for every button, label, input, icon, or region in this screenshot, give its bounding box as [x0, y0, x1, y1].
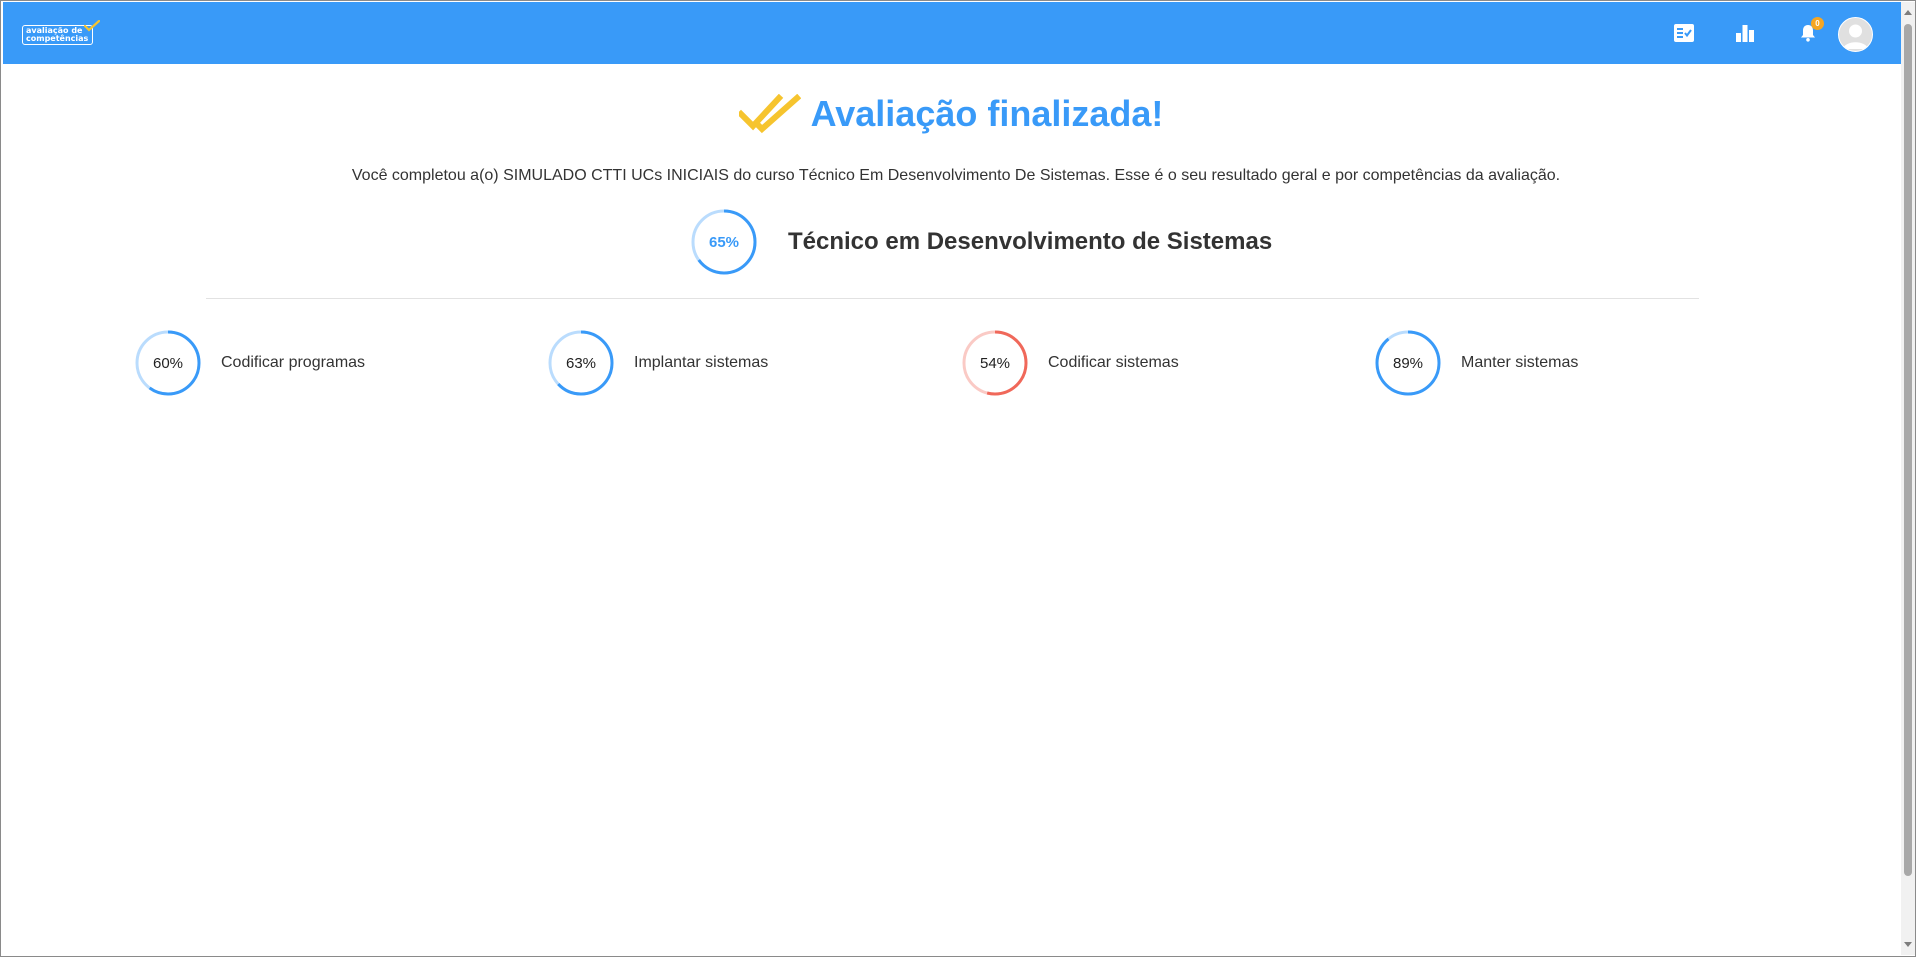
- competency-label: Codificar programas: [221, 354, 366, 371]
- competency-item: 54% Codificar sistemas: [962, 330, 1179, 396]
- course-name: Técnico em Desenvolvimento de Sistemas: [788, 228, 1273, 255]
- result-summary: Você completou a(o) SIMULADO CTTI UCs IN…: [351, 167, 1561, 184]
- competency-item: 89% Manter sistemas: [1375, 330, 1578, 396]
- competency-progress-ring: 63%: [548, 330, 614, 396]
- competency-percent: 60%: [152, 354, 184, 372]
- scroll-up-arrow[interactable]: [1904, 10, 1912, 15]
- scrollbar-thumb[interactable]: [1904, 24, 1912, 876]
- competency-label: Codificar sistemas: [1048, 354, 1179, 371]
- course-result: 65% Técnico em Desenvolvimento de Sistem…: [691, 209, 1272, 275]
- competency-label: Manter sistemas: [1461, 354, 1579, 371]
- app-logo[interactable]: avaliação de competências: [22, 20, 101, 48]
- logo-box: avaliação de competências: [22, 20, 101, 45]
- competency-progress-ring: 60%: [135, 330, 201, 396]
- vertical-scrollbar[interactable]: [1901, 2, 1915, 955]
- competency-label: Implantar sistemas: [634, 354, 769, 371]
- bell-icon[interactable]: 0: [1796, 17, 1824, 45]
- competency-item: 60% Codificar programas: [135, 330, 365, 396]
- competency-percent: 54%: [979, 354, 1011, 372]
- logo-line2: competências: [26, 34, 89, 43]
- avatar[interactable]: [1838, 17, 1873, 52]
- user-icon: [1843, 24, 1868, 49]
- result-title-row: Avaliação finalizada!: [1, 93, 1901, 135]
- course-progress-ring: 65%: [691, 209, 757, 275]
- assessment-list-icon[interactable]: [1672, 21, 1696, 45]
- competency-item: 63% Implantar sistemas: [548, 330, 768, 396]
- logo-check-icon: [84, 20, 101, 32]
- competency-percent: 63%: [565, 354, 597, 372]
- competency-percent: 89%: [1392, 354, 1424, 372]
- competency-progress-ring: 89%: [1375, 330, 1441, 396]
- browser-window: avaliação de competências 0 Avaliação fi…: [0, 0, 1916, 957]
- scroll-down-arrow[interactable]: [1904, 942, 1912, 947]
- course-percent: 65%: [708, 233, 740, 251]
- competency-progress-ring: 54%: [962, 330, 1028, 396]
- section-divider: [206, 298, 1699, 299]
- page-title: Avaliação finalizada!: [810, 93, 1164, 134]
- notification-badge: 0: [1811, 17, 1824, 30]
- double-check-icon: [738, 94, 801, 134]
- top-navbar: avaliação de competências 0: [3, 2, 1901, 64]
- bar-chart-icon[interactable]: [1733, 21, 1757, 45]
